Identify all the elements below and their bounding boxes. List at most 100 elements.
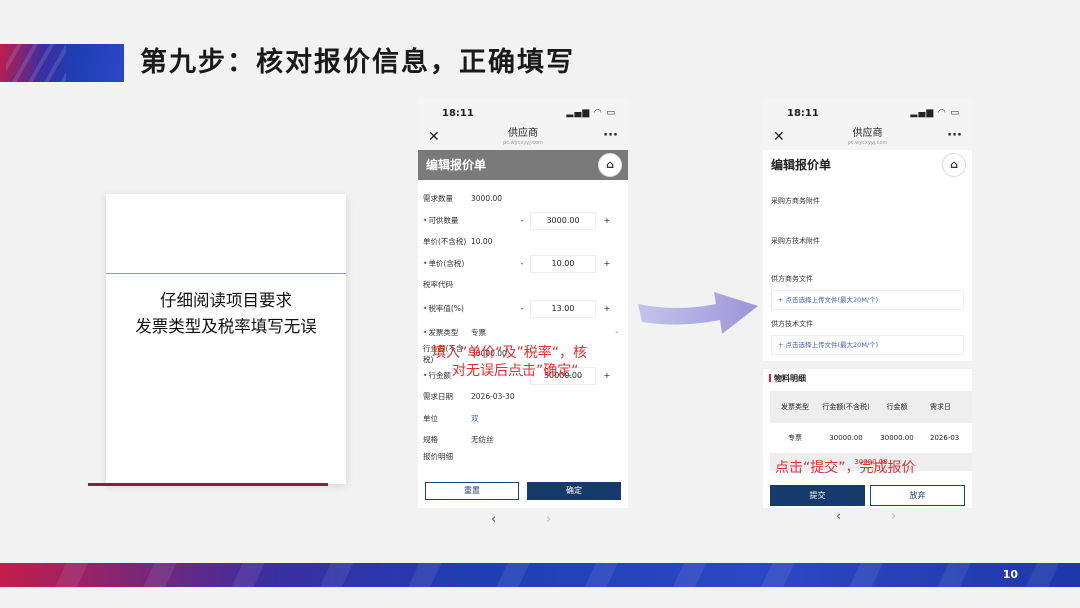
home-icon[interactable]: ⌂ <box>598 153 622 177</box>
field-value: 2026-03-30 <box>471 392 515 402</box>
page-header: 编辑报价单 ⌂ <box>418 150 628 180</box>
stepper-input[interactable]: 13.00 <box>530 299 596 318</box>
more-icon[interactable]: ··· <box>603 128 618 143</box>
page-header: 编辑报价单 ⌂ <box>763 150 972 180</box>
increment-button[interactable]: + <box>596 371 618 380</box>
table-cell: 30000.00 <box>880 434 914 442</box>
quote-form: 需求数量 3000.00 •可供数量 - 3000.00 + 单价(不含税) 1… <box>418 180 628 463</box>
back-icon[interactable]: ‹ <box>836 509 841 524</box>
confirm-button[interactable]: 确定 <box>527 482 621 500</box>
title-accent-bar <box>0 44 124 82</box>
field-label: 规格 <box>423 435 438 445</box>
status-time: 18:11 <box>787 107 819 119</box>
increment-button[interactable]: + <box>596 216 618 225</box>
decrement-button[interactable]: - <box>514 304 530 313</box>
field-label: 单价(不含税) <box>423 237 467 247</box>
form-footer: 重置 确定 <box>418 476 628 508</box>
forward-icon[interactable]: › <box>546 512 551 527</box>
column-header: 行金额 <box>886 403 908 411</box>
footer-bar: 10 <box>0 563 1080 587</box>
tax-rate-stepper: - 13.00 + <box>514 299 624 319</box>
right-arrow-icon <box>638 292 758 334</box>
required-mark: • <box>423 327 428 337</box>
more-icon[interactable]: ··· <box>947 128 962 143</box>
table-cell: 专票 <box>788 434 802 442</box>
stepper-input[interactable]: 3000.00 <box>530 211 596 230</box>
increment-button[interactable]: + <box>596 259 618 268</box>
form-row-unit-price-incl-tax: •单价(含税) - 10.00 + <box>418 253 628 275</box>
required-mark: • <box>423 258 428 268</box>
form-row-demand-qty: 需求数量 3000.00 <box>418 188 628 210</box>
invoice-type-select[interactable]: 专票 <box>471 327 486 338</box>
decrement-button[interactable]: - <box>514 259 530 268</box>
field-label: 发票类型 <box>428 327 459 337</box>
home-icon[interactable]: ⌂ <box>942 153 966 177</box>
quantity-stepper: - 3000.00 + <box>514 211 624 231</box>
increment-button[interactable]: + <box>596 304 618 313</box>
buyer-business-attachments: 采购方商务附件 <box>771 197 820 205</box>
page-number: 10 <box>1002 568 1018 581</box>
form-row-unit-price-excl-tax: 单价(不含税) 10.00 <box>418 231 628 253</box>
header-title: 编辑报价单 <box>426 158 487 172</box>
table-cell: 30000.00 <box>829 434 863 442</box>
field-label: 可供数量 <box>428 215 459 225</box>
field-label: 单价(含税) <box>428 258 465 268</box>
annotation-submit: 点击“提交”，完成报价 <box>775 460 916 476</box>
reset-button[interactable]: 重置 <box>425 482 519 500</box>
table-row: 专票 30000.00 30000.00 2026-03 <box>770 423 972 453</box>
field-label: 税率代码 <box>423 280 453 290</box>
upload-tech-file-button[interactable]: + 点击选择上传文件(最大20M/个) <box>771 335 964 355</box>
supplier-tech-files-label: 供方技术文件 <box>771 320 813 328</box>
field-label: 税率值(%) <box>428 304 464 313</box>
required-mark: • <box>423 215 428 225</box>
note-text: 仔细阅读项目要求 发票类型及税率填写无误 <box>106 288 346 340</box>
field-value: 3000.00 <box>471 194 503 204</box>
signal-wifi-battery-icon: ▂▄▆ ◠ ▭ <box>566 108 616 118</box>
form-row-unit: 单位 双 <box>418 408 628 430</box>
unit-price-stepper: - 10.00 + <box>514 254 624 274</box>
nav-url: pc.wycxyyj.com <box>847 140 888 146</box>
form-row-tax-rate: •税率值(%) - 13.00 + <box>418 296 628 322</box>
note-card: 仔细阅读项目要求 发票类型及税率填写无误 <box>106 194 346 484</box>
status-bar: 18:11 ▂▄▆ ◠ ▭ <box>418 98 628 128</box>
note-line: 仔细阅读项目要求 <box>160 291 292 310</box>
form-row-quote-detail: 报价明细 <box>418 451 628 463</box>
annotation-fill-price-tax: 填入”单价“及”税率“，核 对无误后点击”确定“ <box>432 345 588 379</box>
page-title: 第九步：核对报价信息，正确填写 <box>140 47 575 78</box>
abandon-button[interactable]: 放弃 <box>870 485 965 506</box>
phone-screenshot-submit-quote: 18:11 ▂▄▆ ◠ ▭ ✕ 供应商 pc.wycxyyj.com ··· 编… <box>763 98 972 508</box>
decrement-button[interactable]: - <box>514 216 530 225</box>
divider <box>106 273 346 274</box>
materials-title: 物料明细 <box>763 369 972 389</box>
forward-icon[interactable]: › <box>891 509 896 524</box>
form-row-tax-code[interactable]: 税率代码 <box>418 274 628 296</box>
browser-nav: ✕ 供应商 pc.wycxyyj.com ··· <box>418 128 628 150</box>
materials-section: 物料明细 发票类型 行金额(不含税) 行金额 需求日 专票 30000.00 3… <box>763 369 972 508</box>
form-row-invoice-type[interactable]: •发票类型 专票 ⌄ <box>418 322 628 344</box>
submit-button[interactable]: 提交 <box>770 485 865 506</box>
phone-screenshot-edit-quote: 18:11 ▂▄▆ ◠ ▭ ✕ 供应商 pc.wycxyyj.com ··· 编… <box>418 98 628 508</box>
required-mark: • <box>423 370 428 380</box>
column-header: 行金额(不含税) <box>822 403 870 411</box>
status-time: 18:11 <box>442 107 474 119</box>
column-header: 需求日 <box>930 403 951 411</box>
column-header: 发票类型 <box>781 403 809 411</box>
table-header: 发票类型 行金额(不含税) 行金额 需求日 <box>770 391 972 423</box>
field-label: 单位 <box>423 413 438 423</box>
nav-title: 供应商 <box>508 128 538 139</box>
supplier-business-files-label: 供方商务文件 <box>771 275 813 283</box>
field-value: 双 <box>471 413 479 423</box>
browser-nav: ✕ 供应商 pc.wycxyyj.com ··· <box>763 128 972 150</box>
header-title: 编辑报价单 <box>771 158 832 172</box>
form-row-demand-date: 需求日期 2026-03-30 <box>418 386 628 408</box>
upload-business-file-button[interactable]: + 点击选择上传文件(最大20M/个) <box>771 290 964 310</box>
stepper-input[interactable]: 10.00 <box>530 254 596 273</box>
field-label: 报价明细 <box>423 452 453 461</box>
chevron-down-icon: ⌄ <box>614 326 620 335</box>
note-line: 发票类型及税率填写无误 <box>135 317 317 336</box>
signal-wifi-battery-icon: ▂▄▆ ◠ ▭ <box>910 108 960 118</box>
form-row-available-qty: •可供数量 - 3000.00 + <box>418 210 628 232</box>
field-value: 无纺丝 <box>471 435 494 445</box>
back-icon[interactable]: ‹ <box>491 512 496 527</box>
form-row-spec: 规格 无纺丝 <box>418 429 628 451</box>
